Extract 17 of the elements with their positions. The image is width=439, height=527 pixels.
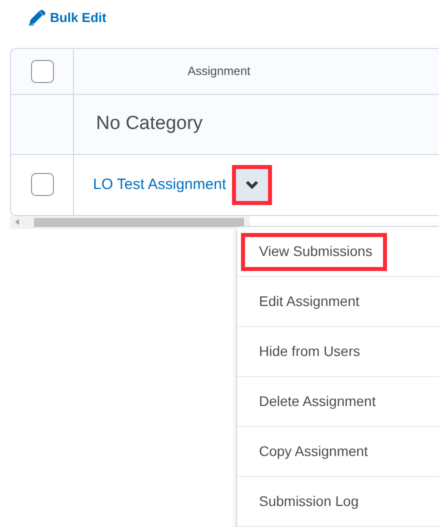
checkbox[interactable] <box>30 60 54 83</box>
dropdown-button[interactable] <box>232 164 272 205</box>
menu-item[interactable]: View Submissions <box>237 227 439 277</box>
menu-item[interactable]: Submission Log <box>237 477 439 527</box>
bulk-edit-button[interactable]: Bulk Edit <box>28 8 106 28</box>
checkbox[interactable] <box>30 173 54 196</box>
menu-item[interactable]: Edit Assignment <box>237 277 439 327</box>
chevron-icon <box>245 180 260 190</box>
category-heading: No Category <box>96 112 203 136</box>
pencil-icon <box>28 10 46 26</box>
column-header: Assignment <box>188 63 250 80</box>
menu-item[interactable]: Delete Assignment <box>237 377 439 427</box>
menu-item[interactable]: Hide from Users <box>237 327 439 377</box>
assignment-link[interactable]: LO Test Assignment <box>93 174 226 196</box>
menu-item[interactable]: Copy Assignment <box>237 427 439 477</box>
scroll-left-icon[interactable] <box>14 219 20 226</box>
horizontal-scrollbar[interactable] <box>10 216 250 229</box>
